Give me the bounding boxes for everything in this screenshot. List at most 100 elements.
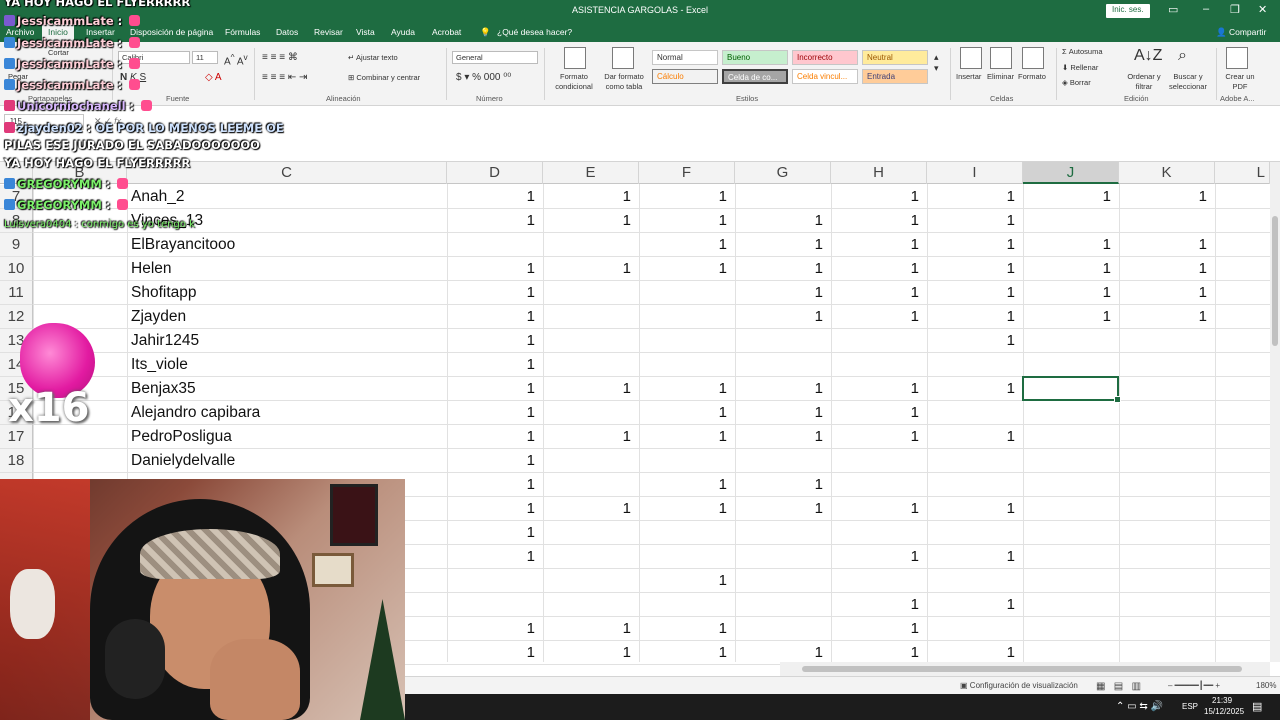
attendance-cell[interactable]: 1 bbox=[927, 233, 1015, 257]
attendance-cell[interactable]: 1 bbox=[447, 641, 535, 665]
find-search-icon[interactable]: ⌕ bbox=[1178, 47, 1200, 69]
style-calculo[interactable]: Cálculo bbox=[652, 69, 718, 84]
attendance-cell[interactable]: 1 bbox=[639, 569, 727, 593]
attendee-name-cell[interactable]: Jahir1245 bbox=[131, 329, 199, 353]
tab-disposicion[interactable]: Disposición de página bbox=[130, 27, 213, 37]
attendance-cell[interactable]: 1 bbox=[1023, 233, 1111, 257]
column-header-e[interactable]: E bbox=[543, 162, 639, 184]
attendance-cell[interactable]: 1 bbox=[1119, 185, 1207, 209]
attendee-name-cell[interactable]: Benjax35 bbox=[131, 377, 196, 401]
attendance-cell[interactable]: 1 bbox=[447, 377, 535, 401]
attendance-cell[interactable]: 1 bbox=[1023, 305, 1111, 329]
sort-filter-icon[interactable]: A↓Z bbox=[1134, 47, 1162, 69]
attendance-cell[interactable]: 1 bbox=[639, 473, 727, 497]
attendee-name-cell[interactable]: Vinces_13 bbox=[131, 209, 203, 233]
font-name-select[interactable]: Calibri bbox=[118, 51, 190, 64]
attendance-cell[interactable]: 1 bbox=[543, 497, 631, 521]
attendance-cell[interactable]: 1 bbox=[639, 185, 727, 209]
attendance-cell[interactable]: 1 bbox=[735, 305, 823, 329]
bold-icon[interactable]: N K S bbox=[120, 72, 146, 83]
tab-vista[interactable]: Vista bbox=[356, 27, 375, 37]
attendance-cell[interactable]: 1 bbox=[1119, 305, 1207, 329]
attendance-cell[interactable]: 1 bbox=[927, 185, 1015, 209]
attendance-cell[interactable]: 1 bbox=[639, 209, 727, 233]
attendance-cell[interactable]: 1 bbox=[447, 281, 535, 305]
tab-datos[interactable]: Datos bbox=[276, 27, 298, 37]
conditional-format-button[interactable]: Formato condicional bbox=[551, 72, 597, 92]
find-select-button[interactable]: Buscar y seleccionar bbox=[1164, 72, 1212, 92]
attendance-cell[interactable]: 1 bbox=[639, 233, 727, 257]
row-header-18[interactable]: 18 bbox=[0, 449, 33, 473]
clear-button[interactable]: ◈ Borrar bbox=[1062, 78, 1091, 87]
attendance-cell[interactable]: 1 bbox=[447, 257, 535, 281]
attendance-cell[interactable]: 1 bbox=[831, 617, 919, 641]
row-header-10[interactable]: 10 bbox=[0, 257, 33, 281]
attendance-cell[interactable]: 1 bbox=[831, 593, 919, 617]
attendance-cell[interactable]: 1 bbox=[735, 257, 823, 281]
attendance-cell[interactable]: 1 bbox=[831, 425, 919, 449]
wrap-text-button[interactable]: ↵ Ajustar texto bbox=[348, 53, 398, 62]
clock-time[interactable]: 21:39 bbox=[1212, 696, 1232, 705]
paste-button[interactable]: Pegar bbox=[8, 72, 28, 81]
attendee-name-cell[interactable]: Shofitapp bbox=[131, 281, 197, 305]
merge-center-button[interactable]: ⊞ Combinar y centrar bbox=[348, 73, 420, 82]
attendance-cell[interactable]: 1 bbox=[735, 425, 823, 449]
align-top-icon[interactable]: ≡ ≡ ≡ ⌘ bbox=[262, 52, 298, 63]
attendance-cell[interactable]: 1 bbox=[639, 257, 727, 281]
number-format-select[interactable]: General bbox=[452, 51, 538, 64]
style-celda-vinculada[interactable]: Celda vincul... bbox=[792, 69, 858, 84]
style-normal[interactable]: Normal bbox=[652, 50, 718, 65]
tab-ayuda[interactable]: Ayuda bbox=[391, 27, 415, 37]
styles-scroll-icon[interactable]: ▴ ▾ bbox=[934, 52, 939, 74]
grow-font-icon[interactable]: A^ Av bbox=[224, 52, 248, 67]
insert-cells-button[interactable]: Insertar bbox=[956, 72, 981, 81]
attendance-cell[interactable]: 1 bbox=[831, 257, 919, 281]
attendee-name-cell[interactable]: Alejandro capibara bbox=[131, 401, 260, 425]
normal-view-icon[interactable]: ▦ ▤ ▥ bbox=[1096, 681, 1141, 692]
font-color-icon[interactable]: ◇ A bbox=[205, 72, 222, 83]
horizontal-scroll-thumb[interactable] bbox=[802, 666, 1242, 672]
row-header-7[interactable]: 7 bbox=[0, 185, 33, 209]
attendance-cell[interactable]: 1 bbox=[639, 401, 727, 425]
attendance-cell[interactable]: 1 bbox=[831, 377, 919, 401]
attendance-cell[interactable]: 1 bbox=[735, 209, 823, 233]
attendance-cell[interactable]: 1 bbox=[831, 281, 919, 305]
attendance-cell[interactable]: 1 bbox=[831, 545, 919, 569]
align-left-icon[interactable]: ≡ ≡ ≡ ⇤ ⇥ bbox=[262, 72, 307, 83]
attendance-cell[interactable]: 1 bbox=[1119, 233, 1207, 257]
insert-cells-icon[interactable] bbox=[960, 47, 982, 69]
attendance-cell[interactable]: 1 bbox=[735, 473, 823, 497]
column-header-g[interactable]: G bbox=[735, 162, 831, 184]
column-header-f[interactable]: F bbox=[639, 162, 735, 184]
horizontal-scrollbar[interactable] bbox=[780, 662, 1270, 676]
column-header-d[interactable]: D bbox=[447, 162, 543, 184]
attendance-cell[interactable]: 1 bbox=[831, 401, 919, 425]
format-cells-button[interactable]: Formato bbox=[1018, 72, 1046, 81]
attendance-cell[interactable]: 1 bbox=[1119, 281, 1207, 305]
style-bueno[interactable]: Bueno bbox=[722, 50, 788, 65]
attendance-cell[interactable]: 1 bbox=[639, 497, 727, 521]
attendance-cell[interactable]: 1 bbox=[639, 641, 727, 665]
cut-button[interactable]: Cortar bbox=[48, 48, 69, 57]
tab-insertar[interactable]: Insertar bbox=[86, 27, 115, 37]
format-cells-icon[interactable] bbox=[1022, 47, 1044, 69]
attendance-cell[interactable]: 1 bbox=[1023, 257, 1111, 281]
attendee-name-cell[interactable]: Danielydelvalle bbox=[131, 449, 235, 473]
attendance-cell[interactable]: 1 bbox=[447, 185, 535, 209]
attendance-cell[interactable]: 1 bbox=[639, 377, 727, 401]
attendance-cell[interactable]: 1 bbox=[1023, 281, 1111, 305]
attendee-name-cell[interactable]: ElBrayancitooo bbox=[131, 233, 235, 257]
attendance-cell[interactable]: 1 bbox=[447, 425, 535, 449]
style-neutral[interactable]: Neutral bbox=[862, 50, 928, 65]
create-pdf-button[interactable]: Crear un PDF bbox=[1224, 72, 1256, 92]
attendance-cell[interactable]: 1 bbox=[543, 425, 631, 449]
tab-revisar[interactable]: Revisar bbox=[314, 27, 343, 37]
sign-in-button[interactable]: Inic. ses. bbox=[1106, 4, 1150, 18]
fill-button[interactable]: ⬇ Rellenar bbox=[1062, 63, 1098, 72]
row-header-11[interactable]: 11 bbox=[0, 281, 33, 305]
column-header-c[interactable]: C bbox=[127, 162, 447, 184]
attendance-cell[interactable]: 1 bbox=[1119, 257, 1207, 281]
column-header-b[interactable]: B bbox=[33, 162, 127, 184]
attendance-cell[interactable]: 1 bbox=[447, 497, 535, 521]
attendance-cell[interactable]: 1 bbox=[927, 329, 1015, 353]
